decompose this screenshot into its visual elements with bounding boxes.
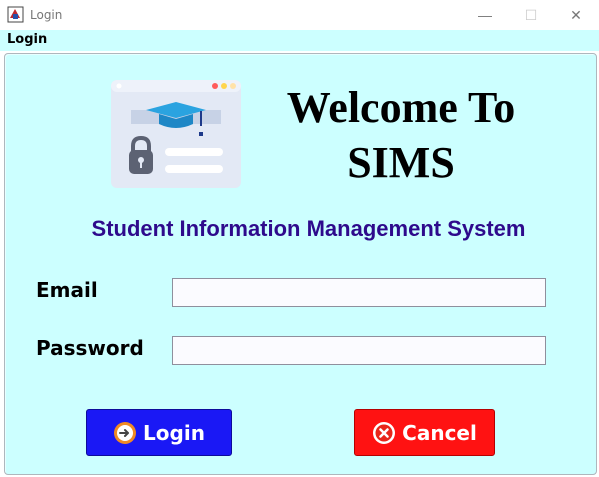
email-label: Email: [36, 278, 98, 302]
welcome-line1: Welcome To: [286, 83, 516, 132]
password-label: Password: [36, 336, 144, 360]
password-field[interactable]: [172, 336, 546, 365]
welcome-line2: SIMS: [347, 138, 455, 187]
maximize-icon: ☐: [524, 6, 538, 23]
email-field[interactable]: [172, 278, 546, 307]
arrow-right-circle-icon: [114, 421, 137, 444]
cancel-button[interactable]: Cancel: [354, 409, 495, 456]
close-icon: ✕: [570, 6, 582, 23]
menu-login[interactable]: Login: [7, 32, 47, 47]
login-button[interactable]: Login: [86, 409, 232, 456]
app-icon: [7, 6, 24, 23]
app-subtitle: Student Information Management System: [91, 216, 526, 241]
cancel-button-label: Cancel: [402, 420, 477, 445]
close-button[interactable]: ✕: [553, 0, 599, 30]
login-button-label: Login: [143, 420, 205, 445]
window-title: Login: [30, 8, 63, 22]
close-circle-icon: [373, 421, 396, 444]
menubar: Login: [0, 30, 599, 51]
minimize-icon: —: [478, 7, 492, 23]
minimize-button[interactable]: —: [462, 0, 508, 30]
maximize-button[interactable]: ☐: [508, 0, 554, 30]
welcome-heading: Welcome To SIMS: [256, 80, 546, 190]
window-titlebar: Login — ☐ ✕: [0, 0, 599, 30]
login-illustration-icon: [111, 80, 241, 188]
